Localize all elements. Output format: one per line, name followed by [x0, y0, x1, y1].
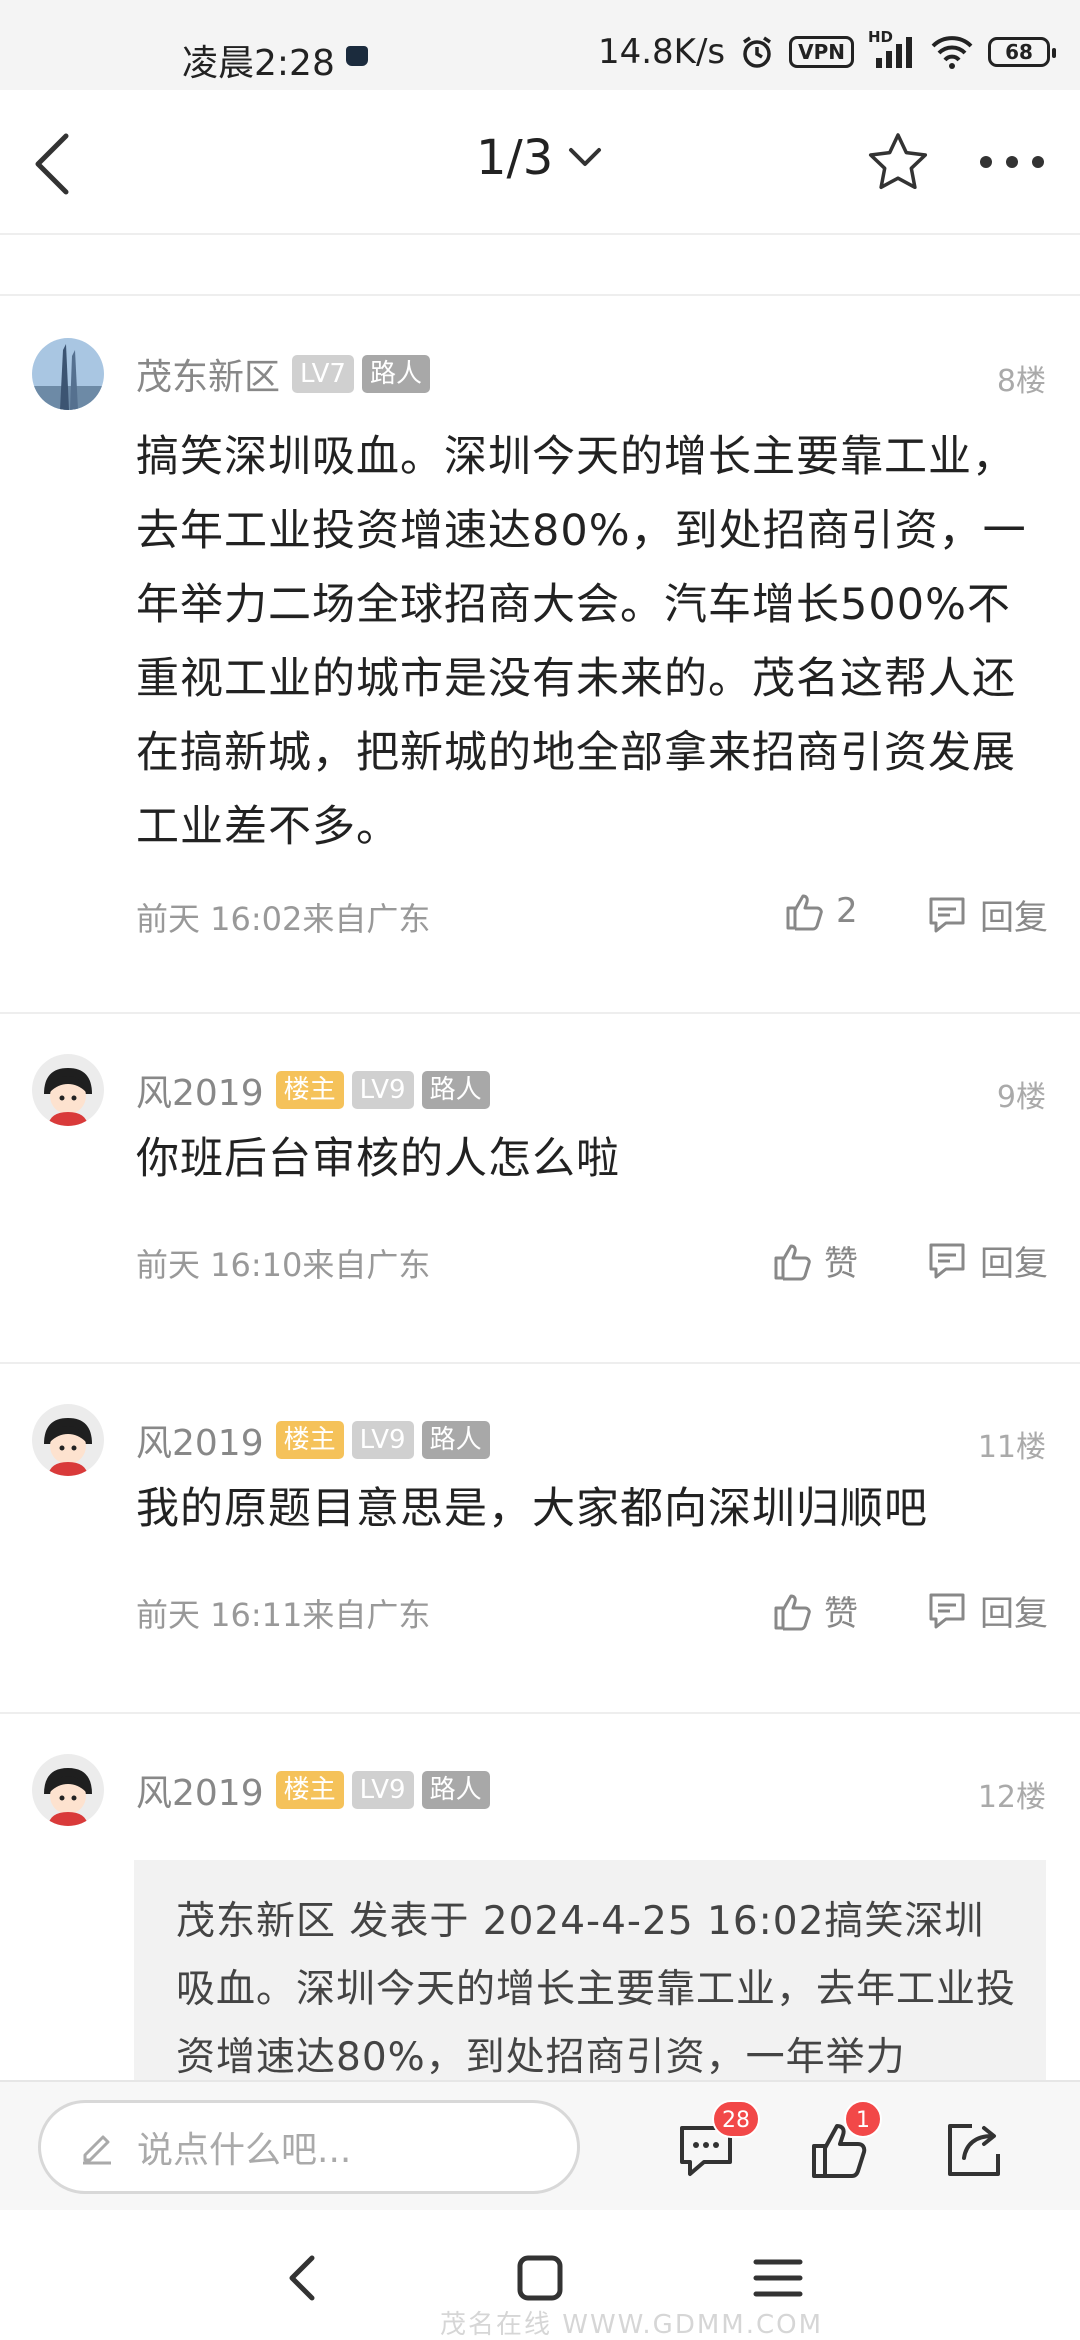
thumbs-up-icon — [774, 1244, 811, 1280]
quote-text: 茂东新区 发表于 2024-4-25 16:02搞笑深圳吸血。深圳今天的增长主要… — [176, 1899, 1017, 2080]
owner-badge: 楼主 — [275, 1421, 344, 1459]
reply-label: 回复 — [980, 1244, 1048, 1284]
post-content: 你班后台审核的人怎么啦 — [136, 1134, 620, 1184]
username[interactable]: 风2019 — [136, 1064, 264, 1116]
user-info-row: 风2019 楼主 LV9 路人 — [136, 1768, 490, 1814]
user-info-row: 风2019 楼主 LV9 路人 — [136, 1068, 490, 1114]
comment-icon — [929, 1243, 965, 1278]
comment-count-badge: 28 — [712, 2100, 760, 2138]
like-button[interactable]: 赞 — [772, 1236, 858, 1285]
thumbs-up-icon — [774, 1594, 811, 1630]
username[interactable]: 茂东新区 — [136, 348, 280, 400]
avatar[interactable] — [32, 1054, 104, 1126]
wifi-icon — [931, 36, 973, 69]
battery-icon: 68 — [988, 37, 1056, 67]
title-badge: 路人 — [421, 1421, 490, 1459]
like-button[interactable]: 赞 — [772, 1586, 858, 1635]
network-speed: 14.8K/s — [597, 32, 726, 72]
reply-button[interactable]: 回复 — [926, 1236, 1048, 1285]
level-badge: LV7 — [292, 355, 354, 393]
comment-icon — [929, 1593, 965, 1628]
status-time: 凌晨2:28 — [182, 43, 335, 84]
like-label: 赞 — [824, 1594, 858, 1634]
like-count-badge: 1 — [844, 2100, 882, 2138]
cat-notification-icon — [346, 46, 368, 66]
like-count: 2 — [836, 891, 858, 931]
avatar[interactable] — [32, 1404, 104, 1476]
alarm-icon — [743, 36, 772, 68]
like-button[interactable]: 2 — [784, 890, 858, 932]
avatar[interactable] — [32, 1754, 104, 1826]
post-content: 我的原题目意思是，大家都向深圳归顺吧 — [136, 1484, 928, 1534]
comment-icon — [929, 897, 965, 932]
status-right: 14.8K/s VPN HD 68 — [597, 28, 1056, 74]
top-nav-bar: 1/3 — [0, 90, 1080, 235]
post-content: 搞笑深圳吸血。深圳今天的增长主要靠工业，去年工业投资增速达80%，到处招商引资，… — [136, 432, 1027, 852]
level-badge: LV9 — [351, 1071, 414, 1109]
post-floor-8: 茂东新区 LV7 路人 8楼 搞笑深圳吸血。深圳今天的增长主要靠工业，去年工业投… — [0, 296, 1080, 1014]
comment-input-bar: 说点什么吧... 28 1 — [0, 2080, 1080, 2210]
reply-label: 回复 — [980, 898, 1048, 938]
user-info-row: 茂东新区 LV7 路人 — [136, 352, 430, 398]
signal-icon: HD — [868, 28, 916, 70]
pencil-icon — [83, 2135, 111, 2165]
level-badge: LV9 — [351, 1421, 414, 1459]
nav-menu-icon[interactable] — [750, 2250, 806, 2306]
post-time: 前天 16:02来自广东 — [136, 900, 431, 938]
share-icon — [948, 2124, 1000, 2176]
watermark: 茂名在线 WWW.GDMM.COM — [440, 2310, 824, 2340]
nav-back-icon[interactable] — [274, 2250, 330, 2306]
page-indicator: 1/3 — [476, 130, 554, 186]
nav-home-icon[interactable] — [512, 2250, 568, 2306]
floor-number: 9楼 — [996, 1080, 1046, 1115]
title-badge: 路人 — [421, 1071, 490, 1109]
thumbs-up-icon — [786, 894, 823, 931]
favorite-star-icon[interactable] — [866, 130, 930, 194]
username[interactable]: 风2019 — [136, 1414, 264, 1466]
username[interactable]: 风2019 — [136, 1764, 264, 1816]
chevron-down-icon — [569, 148, 602, 166]
avatar[interactable] — [32, 338, 104, 410]
comment-placeholder: 说点什么吧... — [137, 2130, 352, 2171]
floor-number: 8楼 — [996, 364, 1046, 399]
comments-button[interactable]: 28 — [674, 2100, 760, 2182]
post-floor-11: 风2019 楼主 LV9 路人 11楼 我的原题目意思是，大家都向深圳归顺吧 前… — [0, 1364, 1080, 1714]
comment-input[interactable]: 说点什么吧... — [38, 2100, 580, 2194]
back-arrow-icon[interactable] — [26, 128, 82, 200]
title-badge: 路人 — [421, 1771, 490, 1809]
post-time: 前天 16:11来自广东 — [136, 1596, 431, 1634]
like-label: 赞 — [824, 1244, 858, 1284]
floor-number: 12楼 — [977, 1780, 1046, 1815]
more-options-icon[interactable] — [976, 148, 1048, 176]
share-button[interactable] — [942, 2118, 1006, 2182]
user-info-row: 风2019 楼主 LV9 路人 — [136, 1418, 490, 1464]
page-selector[interactable]: 1/3 — [476, 130, 603, 186]
level-badge: LV9 — [351, 1771, 414, 1809]
like-post-button[interactable]: 1 — [808, 2100, 882, 2182]
vpn-indicator: VPN — [789, 36, 854, 68]
quoted-post[interactable]: 茂东新区 发表于 2024-4-25 16:02搞笑深圳吸血。深圳今天的增长主要… — [134, 1860, 1046, 2080]
floor-number: 11楼 — [977, 1430, 1046, 1465]
reply-label: 回复 — [980, 1594, 1048, 1634]
post-time: 前天 16:10来自广东 — [136, 1246, 431, 1284]
reply-button[interactable]: 回复 — [926, 890, 1048, 939]
owner-badge: 楼主 — [275, 1771, 344, 1809]
owner-badge: 楼主 — [275, 1071, 344, 1109]
reply-button[interactable]: 回复 — [926, 1586, 1048, 1635]
post-floor-9: 风2019 楼主 LV9 路人 9楼 你班后台审核的人怎么啦 前天 16:10来… — [0, 1014, 1080, 1364]
title-badge: 路人 — [361, 355, 430, 393]
status-bar: 凌晨2:28 14.8K/s VPN HD 68 — [0, 0, 1080, 90]
